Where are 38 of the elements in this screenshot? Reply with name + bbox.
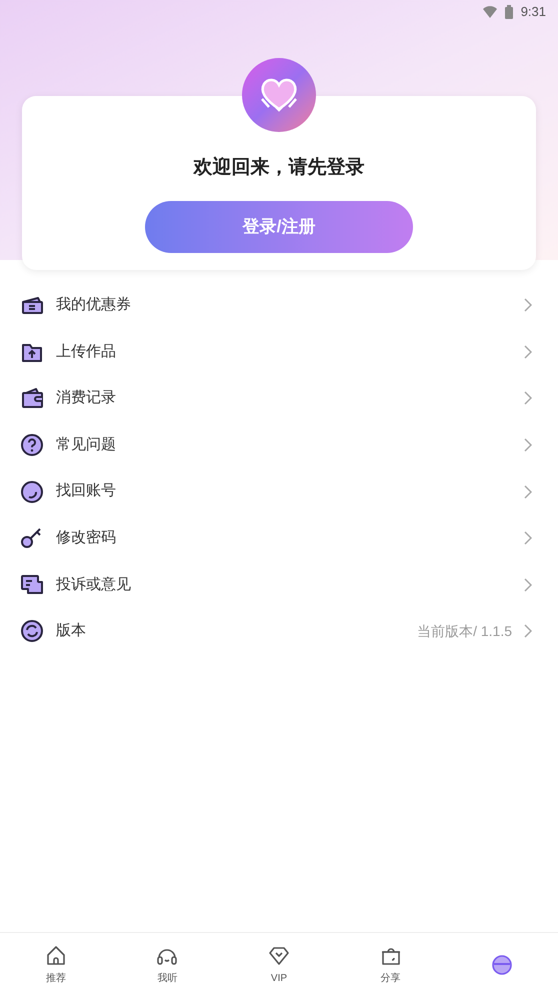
tab[interactable]: VIP: [223, 944, 335, 986]
chevron-right-icon: [524, 344, 532, 359]
tab[interactable]: 我听: [112, 944, 224, 986]
mascot-icon: [490, 952, 514, 976]
menu-label: 找回账号: [56, 481, 117, 502]
tab[interactable]: 推荐: [0, 944, 112, 986]
menu-item[interactable]: 消费记录: [0, 375, 558, 422]
menu-item[interactable]: 上传作品: [0, 328, 558, 376]
menu-item[interactable]: 投诉或意见: [0, 562, 558, 608]
wifi-icon: [482, 6, 497, 18]
chevron-right-icon: [524, 484, 532, 499]
feedback-icon: [20, 572, 44, 597]
status-time: 9:31: [520, 3, 546, 22]
account-icon: [20, 480, 44, 504]
version-text: 当前版本/ 1.1.5: [417, 622, 512, 641]
menu-item[interactable]: 我的优惠券: [0, 282, 558, 329]
menu-item[interactable]: 找回账号: [0, 468, 558, 515]
tab[interactable]: 分享: [334, 944, 446, 986]
menu-label: 修改密码: [56, 528, 117, 548]
menu-label: 我的优惠券: [56, 295, 132, 316]
chevron-right-icon: [524, 438, 532, 452]
chevron-right-icon: [524, 624, 532, 638]
menu-label: 常见问题: [56, 434, 117, 455]
menu-item[interactable]: 修改密码: [0, 514, 558, 562]
menu-label: 上传作品: [56, 342, 117, 362]
chevron-right-icon: [524, 578, 532, 592]
menu-label: 消费记录: [56, 388, 117, 408]
menu-label: 投诉或意见: [56, 574, 132, 595]
chevron-right-icon: [524, 531, 532, 546]
menu-label: 版本: [56, 621, 87, 642]
chevron-right-icon: [524, 391, 532, 406]
welcome-text: 欢迎回来，请先登录: [194, 156, 364, 180]
version-icon: [20, 619, 44, 644]
chevron-right-icon: [524, 298, 532, 312]
help-icon: [20, 433, 44, 458]
wallet-icon: [20, 386, 44, 410]
menu-item[interactable]: 常见问题: [0, 422, 558, 468]
menu-item[interactable]: 版本 当前版本/ 1.1.5: [0, 608, 558, 655]
